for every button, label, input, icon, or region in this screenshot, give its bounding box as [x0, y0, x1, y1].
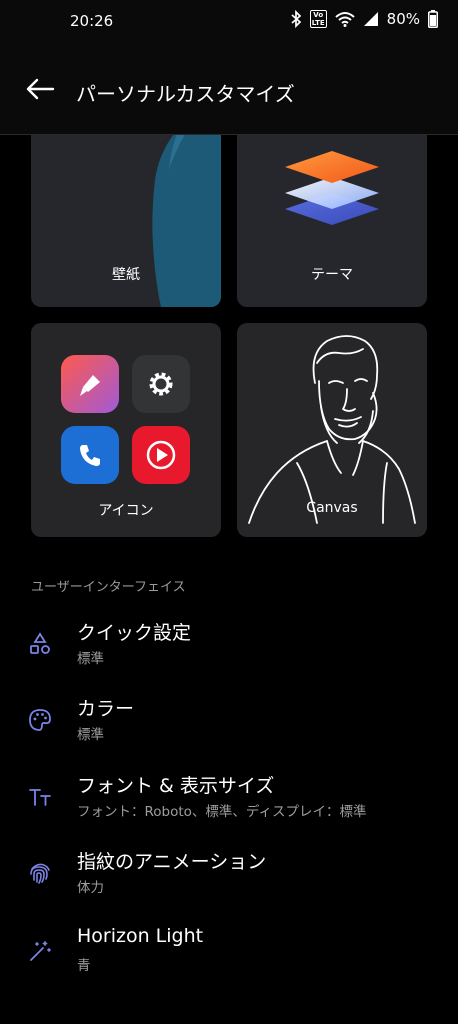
- section-header-ui: ユーザーインターフェイス: [31, 580, 186, 595]
- magic-wand-icon: [30, 941, 51, 961]
- phone-app-icon: [61, 426, 119, 484]
- color-subtitle: 標準: [77, 727, 104, 743]
- fingerprint-animation-title: 指紋のアニメーション: [77, 851, 267, 873]
- quick-settings-subtitle: 標準: [77, 651, 104, 667]
- video-app-icon: [132, 426, 190, 484]
- settings-app-icon: [132, 355, 190, 413]
- wifi-icon: [334, 12, 355, 27]
- bluetooth-icon: [291, 10, 302, 28]
- font-size-subtitle: フォント：Roboto、標準、ディスプレイ：標準: [77, 804, 367, 820]
- fingerprint-icon: [30, 863, 50, 884]
- icons-label: アイコン: [98, 503, 154, 519]
- battery-icon: [428, 10, 438, 28]
- horizon-light-title: Horizon Light: [77, 925, 204, 947]
- signal-icon: [363, 12, 378, 26]
- volte-icon: Vo LTE: [309, 10, 327, 28]
- back-arrow-icon[interactable]: [24, 76, 56, 102]
- font-size-item[interactable]: フォント & 表示サイズ フォント：Roboto、標準、ディスプレイ：標準: [0, 771, 458, 841]
- status-bar: 20:26 Vo LTE 80%: [0, 0, 458, 42]
- shapes-icon: [30, 632, 50, 654]
- wallpaper-label: 壁紙: [112, 267, 140, 283]
- battery-percentage: 80%: [386, 10, 420, 28]
- status-time: 20:26: [70, 12, 114, 30]
- theme-label: テーマ: [311, 267, 353, 283]
- horizon-light-item[interactable]: Horizon Light 青: [0, 925, 458, 995]
- status-icons: Vo LTE 80%: [290, 10, 438, 28]
- page-title: パーソナルカスタマイズ: [76, 82, 295, 106]
- canvas-card[interactable]: Canvas: [237, 323, 427, 537]
- color-item[interactable]: カラー 標準: [0, 694, 458, 764]
- font-size-title: フォント & 表示サイズ: [77, 775, 275, 797]
- paintbrush-app-icon: [61, 355, 119, 413]
- app-bar: パーソナルカスタマイズ: [0, 42, 458, 135]
- font-size-icon: [29, 789, 51, 806]
- canvas-label: Canvas: [306, 500, 358, 516]
- theme-card[interactable]: テーマ: [237, 135, 427, 307]
- quick-settings-title: クイック設定: [77, 622, 192, 644]
- quick-settings-item[interactable]: クイック設定 標準: [0, 618, 458, 688]
- palette-icon: [29, 709, 51, 731]
- icons-card[interactable]: アイコン: [31, 323, 221, 537]
- horizon-light-subtitle: 青: [77, 958, 91, 974]
- wallpaper-card[interactable]: 壁紙: [31, 135, 221, 307]
- fingerprint-animation-item[interactable]: 指紋のアニメーション 体力: [0, 847, 458, 917]
- fingerprint-animation-subtitle: 体力: [77, 880, 104, 896]
- color-title: カラー: [77, 698, 135, 720]
- content-scroll[interactable]: 壁紙 テーマ アイコン Canvas ユーザーインターフェイス クイック設定 標…: [0, 135, 458, 1024]
